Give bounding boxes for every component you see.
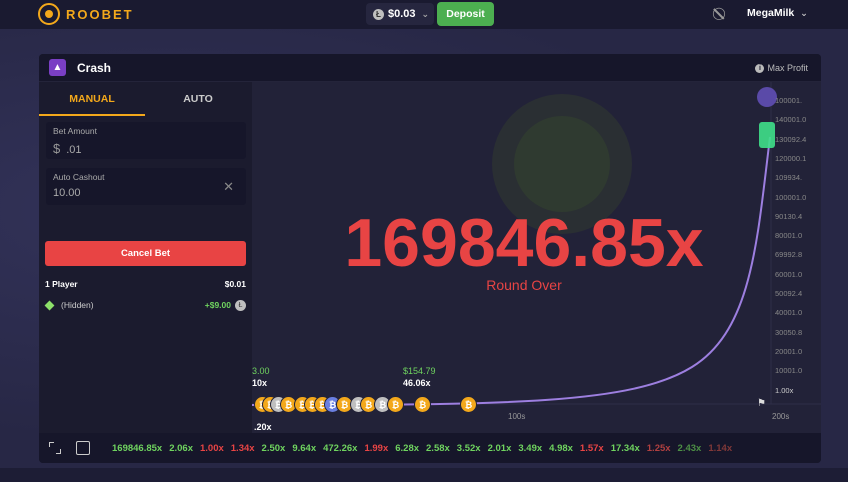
y-tick-label: 69992.8 [775, 250, 803, 260]
players-total: $0.01 [224, 279, 246, 289]
player-win: +$9.00 [204, 300, 231, 310]
bet-amount-input[interactable]: .01 [66, 144, 81, 156]
deposit-button[interactable]: Deposit [437, 2, 494, 26]
bet-amount-value-wrap: $ .01 [53, 141, 82, 156]
roobet-logo-icon [38, 3, 60, 25]
balance-selector[interactable]: Ł $0.03 ⌄ [366, 3, 434, 25]
players-count: 1 Player [45, 279, 78, 289]
history-item[interactable]: 1.00x [200, 443, 224, 454]
tab-auto[interactable]: AUTO [145, 82, 251, 116]
chevron-down-icon: ⌄ [800, 7, 808, 18]
history-item[interactable]: 2.43x [678, 443, 702, 454]
crash-chart: 169846.85x Round Over 100001. 140001.0 130… [252, 82, 821, 433]
cashout-amount: $154.79 [403, 366, 436, 376]
cancel-bet-button[interactable]: Cancel Bet [45, 241, 246, 266]
bet-controls: MANUAL AUTO Bet Amount $ .01 Auto Cashout… [39, 82, 252, 433]
auto-cashout-label: Auto Cashout [53, 172, 105, 182]
player-row: (Hidden) +$9.00 Ł [44, 298, 246, 312]
rocket-helmet-shape [514, 116, 610, 212]
bottom-multiplier: .20x [254, 422, 272, 432]
info-icon: i [755, 63, 765, 73]
history-item[interactable]: 2.06x [169, 443, 193, 454]
y-tick-label: 90130.4 [775, 211, 803, 221]
y-tick-label: 10001.0 [775, 366, 803, 376]
clear-icon[interactable]: ✕ [223, 179, 234, 195]
y-tick-label: 120000.1 [775, 153, 807, 163]
y-tick-label: 100001. [775, 96, 803, 105]
y-tick-label: 40001.0 [775, 308, 803, 318]
litecoin-icon: Ł [373, 8, 384, 20]
notifications-muted-icon[interactable]: ◯ [711, 6, 727, 22]
max-profit-button[interactable]: i Max Profit [755, 63, 808, 73]
player-name: (Hidden) [61, 300, 94, 310]
y-tick-label: 30050.8 [775, 327, 803, 337]
history-item[interactable]: 1.34x [231, 443, 255, 454]
cashout-multiplier: 10x [252, 378, 268, 388]
gem-icon [44, 300, 55, 310]
rocket-icon [757, 87, 777, 107]
history-item[interactable]: 2.58x [426, 443, 450, 454]
username: MegaMilk [747, 7, 795, 19]
history-item[interactable]: 3.52x [457, 443, 481, 454]
theatre-mode-icon[interactable] [76, 441, 90, 455]
round-status: Round Over [486, 277, 562, 293]
crash-game-icon: ▲ [49, 59, 66, 76]
bitcoin-icon: ₿ [414, 396, 431, 413]
y-tick-label: 20001.0 [775, 346, 803, 356]
bitcoin-icon: ₿ [387, 396, 404, 413]
panel-header: ▲ Crash i Max Profit [39, 54, 821, 82]
y-tick-label: 100001.0 [775, 192, 807, 202]
game-title: Crash [77, 61, 112, 75]
fullscreen-icon[interactable] [48, 441, 62, 455]
finish-flag-icon: ⚑ [757, 398, 766, 409]
history-item[interactable]: 17.34x [611, 443, 640, 454]
logo-text: ROOBET [66, 6, 134, 22]
y-tick-label: 60001.0 [775, 269, 803, 279]
history-item[interactable]: 2.01x [488, 443, 512, 454]
crash-multiplier: 169846.85x [344, 205, 704, 281]
bitcoin-icon: ₿ [460, 396, 477, 413]
tab-manual[interactable]: MANUAL [39, 82, 145, 116]
logo[interactable]: ROOBET [38, 3, 134, 25]
history-item[interactable]: 4.98x [549, 443, 573, 454]
chevron-down-icon: ⌄ [421, 8, 430, 19]
y-tick-label: 80001.0 [775, 231, 803, 241]
y-tick-label: 50092.4 [775, 289, 803, 298]
history-item[interactable]: 1.14x [708, 443, 732, 454]
history-item[interactable]: 6.28x [395, 443, 419, 454]
history-bar: 169846.85x 2.06x 1.00x 1.34x 2.50x 9.64x 472.2… [39, 433, 821, 463]
auto-cashout-field[interactable]: Auto Cashout 10.00 ✕ [46, 168, 246, 205]
max-profit-label: Max Profit [767, 63, 808, 73]
history-item[interactable]: 1.99x [364, 443, 388, 454]
cashout-amount: 3.00 [252, 366, 270, 376]
y-tick-label: 130092.4 [775, 134, 807, 144]
cashout-multiplier: 46.06x [403, 378, 431, 388]
y-tick-label: 140001.0 [775, 115, 807, 125]
bet-amount-label: Bet Amount [53, 126, 97, 136]
rocket-trail [759, 122, 775, 148]
auto-cashout-input[interactable]: 10.00 [53, 187, 81, 199]
history-item[interactable]: 472.26x [323, 443, 357, 454]
y-tick-label: 1.00x [775, 385, 794, 395]
top-bar: ROOBET Ł $0.03 ⌄ Deposit ◯ MegaMilk ⌄ [0, 0, 848, 29]
user-menu[interactable]: MegaMilk ⌄ [747, 7, 808, 19]
history-item[interactable]: 169846.85x [112, 443, 162, 454]
y-tick-label: 109934. [775, 173, 803, 183]
history-item[interactable]: 1.57x [580, 443, 604, 454]
history-item[interactable]: 9.64x [292, 443, 316, 454]
history-item[interactable]: 3.49x [518, 443, 542, 454]
x-tick-label: 100s [508, 412, 526, 421]
players-summary: 1 Player $0.01 [45, 279, 246, 289]
x-tick-label: 200s [772, 412, 790, 421]
bottom-strip [0, 468, 848, 482]
history-item[interactable]: 2.50x [262, 443, 286, 454]
crash-game-panel: ▲ Crash i Max Profit MANUAL AUTO Bet Amo… [39, 54, 821, 463]
history-item[interactable]: 1.25x [647, 443, 671, 454]
dollar-icon: $ [53, 141, 61, 156]
bet-amount-field[interactable]: Bet Amount $ .01 [46, 122, 246, 159]
litecoin-icon: Ł [235, 299, 246, 311]
balance-value: $0.03 [388, 8, 416, 20]
